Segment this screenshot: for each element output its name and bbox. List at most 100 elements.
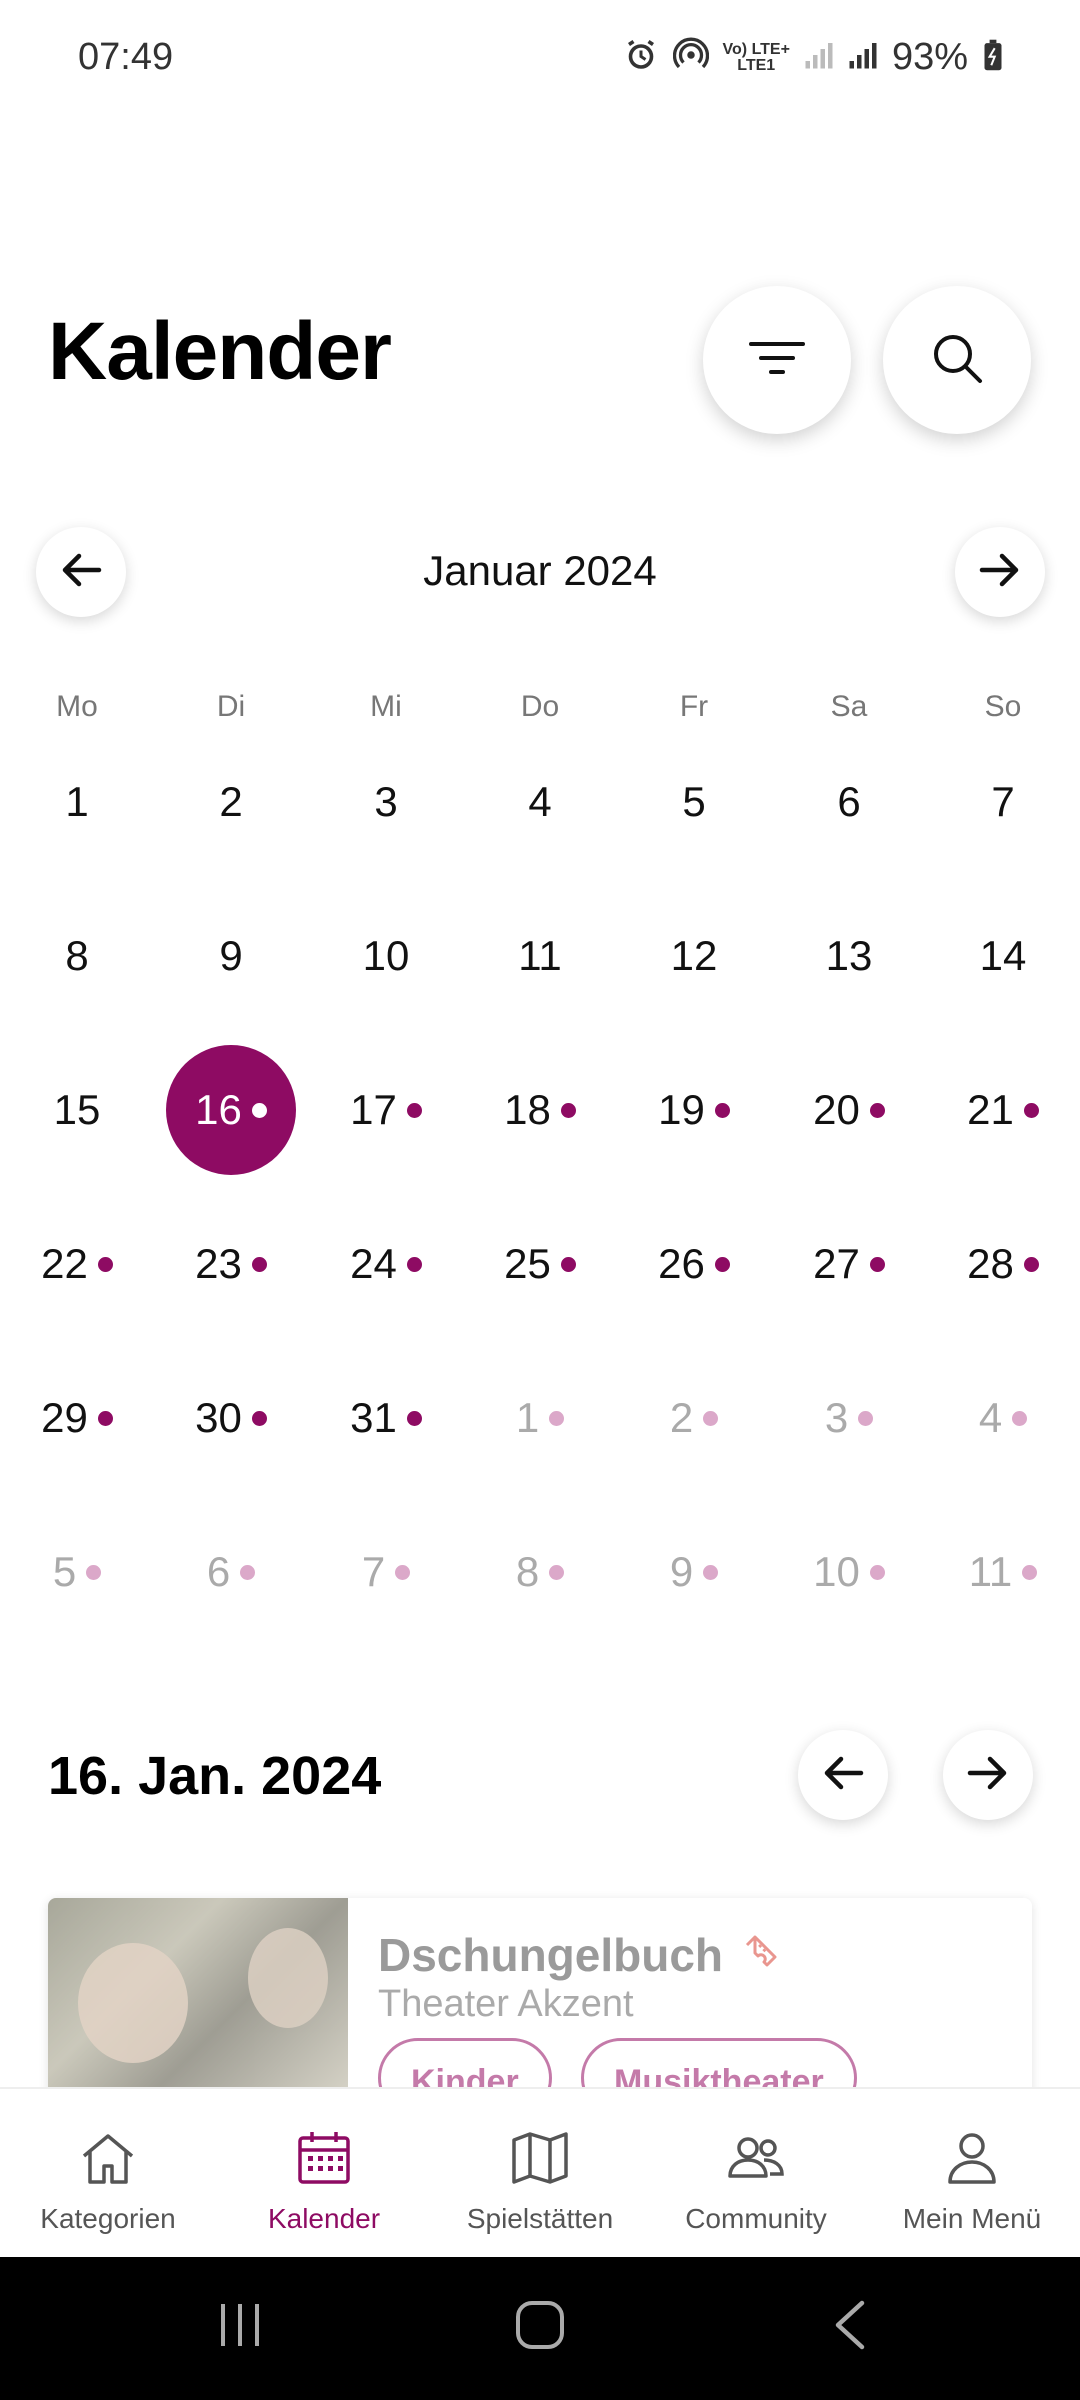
calendar-day[interactable]: 7 bbox=[926, 725, 1080, 879]
battery-percent: 93% bbox=[891, 36, 968, 78]
system-navigation-bar bbox=[0, 2257, 1080, 2400]
calendar-day[interactable]: 6 bbox=[154, 1495, 308, 1649]
signal-icon bbox=[804, 39, 834, 76]
calendar-day[interactable]: 20 bbox=[772, 1033, 926, 1187]
calendar-day[interactable]: 29 bbox=[0, 1341, 154, 1495]
next-day-button[interactable] bbox=[943, 1730, 1033, 1820]
calendar-day[interactable]: 31 bbox=[309, 1341, 463, 1495]
calendar-day[interactable]: 18 bbox=[463, 1033, 617, 1187]
nav-item-community[interactable]: Community bbox=[648, 2089, 864, 2259]
event-indicator-dot bbox=[1023, 1256, 1039, 1272]
filter-icon bbox=[747, 338, 807, 383]
calendar-day[interactable]: 1 bbox=[0, 725, 154, 879]
calendar-day[interactable]: 1 bbox=[463, 1341, 617, 1495]
calendar-day[interactable]: 2 bbox=[617, 1341, 771, 1495]
weekday-label: So bbox=[984, 690, 1022, 723]
day-number: 16 bbox=[195, 1086, 242, 1133]
day-number: 7 bbox=[361, 1548, 386, 1595]
event-indicator-dot bbox=[97, 1256, 113, 1272]
next-month-button[interactable] bbox=[955, 527, 1045, 617]
day-number: 11 bbox=[968, 1548, 1013, 1595]
calendar-day[interactable]: 9 bbox=[154, 879, 308, 1033]
nav-item-mein-menue[interactable]: Mein Menü bbox=[864, 2089, 1080, 2259]
day-number: 5 bbox=[682, 778, 706, 825]
back-icon bbox=[830, 2299, 870, 2356]
nav-item-spielstaetten[interactable]: Spielstätten bbox=[432, 2089, 648, 2259]
calendar-day[interactable]: 21 bbox=[926, 1033, 1080, 1187]
day-number: 9 bbox=[669, 1548, 694, 1595]
day-number: 26 bbox=[658, 1240, 705, 1287]
calendar-day[interactable]: 25 bbox=[463, 1187, 617, 1341]
filter-button[interactable] bbox=[703, 286, 851, 434]
nav-label: Community bbox=[685, 2203, 827, 2234]
recent-apps-button[interactable] bbox=[210, 2297, 270, 2357]
calendar-day[interactable]: 4 bbox=[463, 725, 617, 879]
status-bar: 07:49 Vo) LTE+ LTE1 93% bbox=[0, 0, 1080, 120]
day-number: 12 bbox=[670, 932, 718, 979]
calendar-day-selected[interactable]: 16 bbox=[154, 1033, 308, 1187]
calendar-day[interactable]: 5 bbox=[0, 1495, 154, 1649]
nav-item-kategorien[interactable]: Kategorien bbox=[0, 2089, 216, 2259]
day-number: 10 bbox=[813, 1548, 860, 1595]
nav-item-kalender[interactable]: Kalender bbox=[216, 2089, 432, 2259]
event-indicator-dot bbox=[703, 1564, 719, 1580]
day-number: 21 bbox=[967, 1086, 1014, 1133]
day-number: 2 bbox=[219, 778, 243, 825]
calendar-day[interactable]: 2 bbox=[154, 725, 308, 879]
month-label: Januar 2024 bbox=[423, 547, 657, 594]
day-number: 2 bbox=[669, 1394, 694, 1441]
calendar-day[interactable]: 10 bbox=[309, 879, 463, 1033]
day-number: 23 bbox=[195, 1240, 242, 1287]
people-icon bbox=[724, 2125, 788, 2191]
arrow-right-icon bbox=[978, 552, 1022, 593]
calendar-day[interactable]: 7 bbox=[309, 1495, 463, 1649]
day-number: 5 bbox=[52, 1548, 77, 1595]
calendar-day[interactable]: 27 bbox=[772, 1187, 926, 1341]
calendar-day[interactable]: 8 bbox=[0, 879, 154, 1033]
event-indicator-dot bbox=[549, 1410, 565, 1426]
calendar-day[interactable]: 13 bbox=[772, 879, 926, 1033]
calendar-day[interactable]: 9 bbox=[617, 1495, 771, 1649]
event-card[interactable]: Dschungelbuch Theater Akzent Kinder Musi… bbox=[48, 1898, 1032, 2098]
home-icon bbox=[78, 2125, 138, 2191]
calendar-day[interactable]: 19 bbox=[617, 1033, 771, 1187]
calendar-day[interactable]: 12 bbox=[617, 879, 771, 1033]
day-number: 6 bbox=[837, 778, 861, 825]
event-indicator-dot bbox=[251, 1410, 267, 1426]
calendar-day[interactable]: 6 bbox=[772, 725, 926, 879]
calendar-day[interactable]: 15 bbox=[0, 1033, 154, 1187]
calendar-day[interactable]: 4 bbox=[926, 1341, 1080, 1495]
event-indicator-dot bbox=[406, 1102, 422, 1118]
event-indicator-dot bbox=[395, 1564, 411, 1580]
calendar-day[interactable]: 10 bbox=[772, 1495, 926, 1649]
calendar-day[interactable]: 24 bbox=[309, 1187, 463, 1341]
calendar-grid: 1 2 3 4 5 6 7 8 9 10 11 12 13 14 15 16 17 18 19 20 21 22 23 24 2… bbox=[0, 725, 1080, 1655]
calendar-day[interactable]: 11 bbox=[926, 1495, 1080, 1649]
day-number: 24 bbox=[350, 1240, 397, 1287]
calendar-day[interactable]: 8 bbox=[463, 1495, 617, 1649]
day-number: 7 bbox=[991, 778, 1015, 825]
calendar-day[interactable]: 22 bbox=[0, 1187, 154, 1341]
back-button[interactable] bbox=[820, 2297, 880, 2357]
calendar-day[interactable]: 3 bbox=[772, 1341, 926, 1495]
event-indicator-dot bbox=[869, 1564, 885, 1580]
calendar-day[interactable]: 3 bbox=[309, 725, 463, 879]
calendar-day[interactable]: 14 bbox=[926, 879, 1080, 1033]
calendar-day[interactable]: 30 bbox=[154, 1341, 308, 1495]
day-number: 1 bbox=[515, 1394, 540, 1441]
arrow-right-icon bbox=[966, 1755, 1010, 1796]
day-number: 9 bbox=[219, 932, 243, 979]
calendar-day[interactable]: 23 bbox=[154, 1187, 308, 1341]
home-button[interactable] bbox=[510, 2297, 570, 2357]
prev-day-button[interactable] bbox=[798, 1730, 888, 1820]
event-indicator-dot bbox=[560, 1256, 576, 1272]
search-button[interactable] bbox=[883, 286, 1031, 434]
event-indicator-dot bbox=[251, 1256, 267, 1272]
day-number: 4 bbox=[978, 1394, 1003, 1441]
calendar-day[interactable]: 28 bbox=[926, 1187, 1080, 1341]
calendar-day[interactable]: 26 bbox=[617, 1187, 771, 1341]
calendar-day[interactable]: 5 bbox=[617, 725, 771, 879]
calendar-day[interactable]: 11 bbox=[463, 879, 617, 1033]
alarm-icon bbox=[623, 37, 659, 78]
calendar-day[interactable]: 17 bbox=[309, 1033, 463, 1187]
